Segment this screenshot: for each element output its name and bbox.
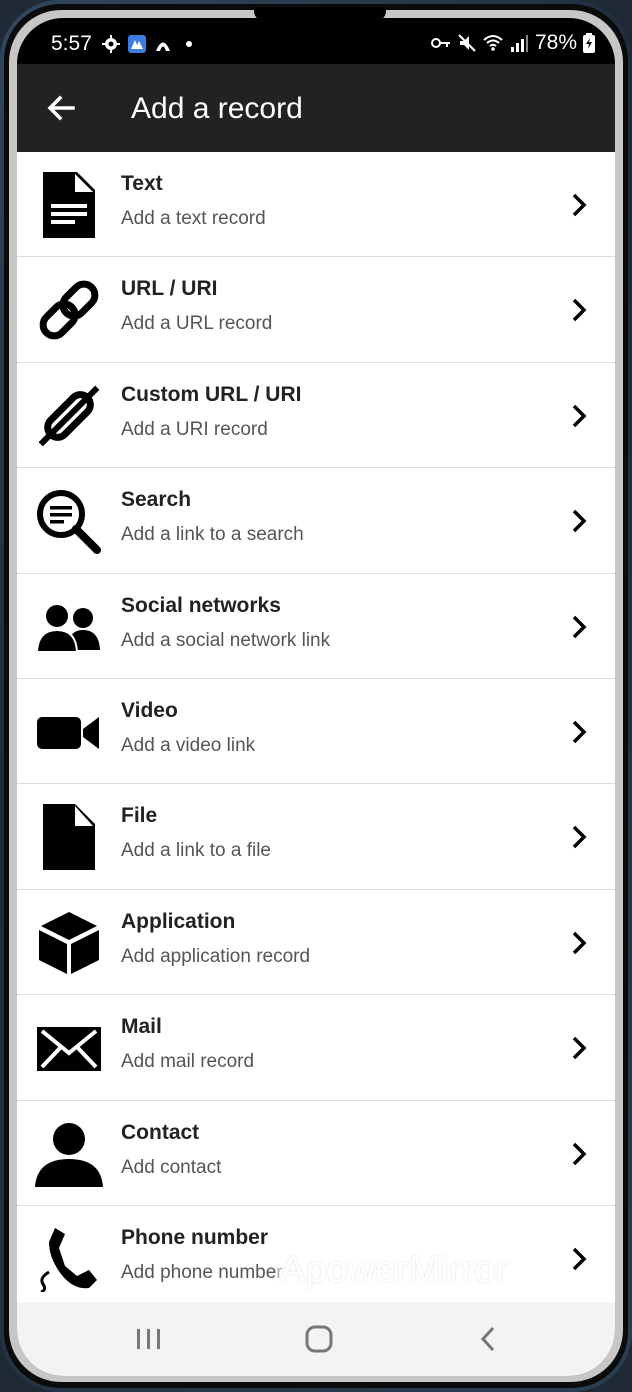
chevron-right-icon <box>572 931 587 954</box>
list-item-text[interactable]: Text Add a text record <box>17 152 615 258</box>
vpn-key-icon <box>430 38 450 48</box>
battery-percent: 78% <box>534 31 577 54</box>
page-title: Add a record <box>131 92 303 125</box>
chevron-right-icon <box>572 509 587 533</box>
home-icon[interactable] <box>299 1322 339 1356</box>
envelope-icon <box>37 1027 101 1072</box>
chevron-right-icon <box>572 720 587 744</box>
document-icon <box>43 172 95 238</box>
chevron-right-icon <box>572 826 587 849</box>
app-bar: Add a record <box>17 64 615 152</box>
list-item-title: URL / URI <box>121 277 218 301</box>
chevron-right-icon <box>572 1036 587 1060</box>
person-icon <box>35 1122 103 1187</box>
speaker-notch <box>254 7 386 21</box>
signal-icon <box>510 35 528 52</box>
link-icon <box>39 281 99 340</box>
list-item-subtitle: Add contact <box>121 1156 222 1178</box>
arch-app-icon <box>156 42 170 51</box>
wifi-icon <box>483 35 503 51</box>
list-item-subtitle: Add mail record <box>121 1051 255 1073</box>
list-item-title: Mail <box>121 1015 162 1039</box>
list-item-contact[interactable]: Contact Add contact <box>17 1101 615 1206</box>
list-item-subtitle: Add a social network link <box>121 629 331 651</box>
file-icon <box>43 804 95 871</box>
back-arrow-icon[interactable] <box>43 88 83 128</box>
people-icon <box>35 602 100 653</box>
chevron-right-icon <box>572 1142 587 1165</box>
settings-gear-icon <box>102 35 120 53</box>
list-item-social[interactable]: Social networks Add a social network lin… <box>17 574 615 679</box>
custom-link-icon <box>38 385 100 447</box>
chevron-right-icon <box>572 1247 587 1271</box>
list-item-title: Custom URL / URI <box>121 382 302 406</box>
phone-screen: 5:57 78% Add a record Text Add a text re… <box>17 18 615 1376</box>
list-item-title: Application <box>121 909 236 933</box>
mirror-app-icon <box>128 35 146 53</box>
list-item-subtitle: Add application record <box>121 945 311 967</box>
list-item-subtitle: Add a text record <box>121 208 266 229</box>
list-item-title: File <box>121 804 158 828</box>
recent-apps-icon[interactable] <box>129 1322 169 1356</box>
status-time: 5:57 <box>51 32 92 55</box>
list-item-title: Video <box>121 698 178 722</box>
device-frame: 5:57 78% Add a record Text Add a text re… <box>0 0 632 1392</box>
list-item-subtitle: Add a video link <box>121 734 256 756</box>
list-item-search[interactable]: Search Add a link to a search <box>17 468 615 574</box>
chevron-right-icon <box>572 193 587 217</box>
back-nav-icon[interactable] <box>469 1322 509 1356</box>
list-item-subtitle: Add a URL record <box>121 313 273 335</box>
list-item-url[interactable]: URL / URI Add a URL record <box>17 257 615 363</box>
record-type-list: Text Add a text record URL / URI Add a U… <box>17 152 615 1302</box>
chevron-right-icon <box>572 299 587 322</box>
mute-icon <box>458 34 476 52</box>
status-bar: 5:57 78% <box>17 18 615 64</box>
list-item-subtitle: Add a link to a file <box>121 840 271 862</box>
list-item-file[interactable]: File Add a link to a file <box>17 784 615 890</box>
list-item-video[interactable]: Video Add a video link <box>17 679 615 785</box>
battery-icon <box>583 33 595 53</box>
search-icon <box>37 490 101 555</box>
cube-icon <box>39 911 99 974</box>
list-item-title: Contact <box>121 1120 200 1144</box>
status-notification-icons <box>101 34 199 54</box>
list-item-mail[interactable]: Mail Add mail record <box>17 995 615 1101</box>
dot-icon <box>186 41 192 47</box>
chevron-right-icon <box>572 404 587 428</box>
phone-icon <box>40 1227 97 1292</box>
list-item-custom-url[interactable]: Custom URL / URI Add a URI record <box>17 363 615 469</box>
list-item-subtitle: Add a link to a search <box>121 524 304 546</box>
chevron-right-icon <box>572 615 587 638</box>
list-item-title: Text <box>121 172 163 195</box>
list-item-title: Phone number <box>121 1225 269 1249</box>
list-item-title: Search <box>121 488 192 512</box>
status-system-icons: 78% <box>430 31 595 55</box>
list-item-subtitle: Add phone number <box>121 1261 283 1283</box>
list-item-application[interactable]: Application Add application record <box>17 890 615 996</box>
system-navigation-bar <box>17 1302 615 1376</box>
video-camera-icon <box>37 716 99 749</box>
list-item-subtitle: Add a URI record <box>121 418 268 440</box>
mirror-watermark: ApowerMirror <box>276 1248 530 1292</box>
list-item-title: Social networks <box>121 593 281 617</box>
